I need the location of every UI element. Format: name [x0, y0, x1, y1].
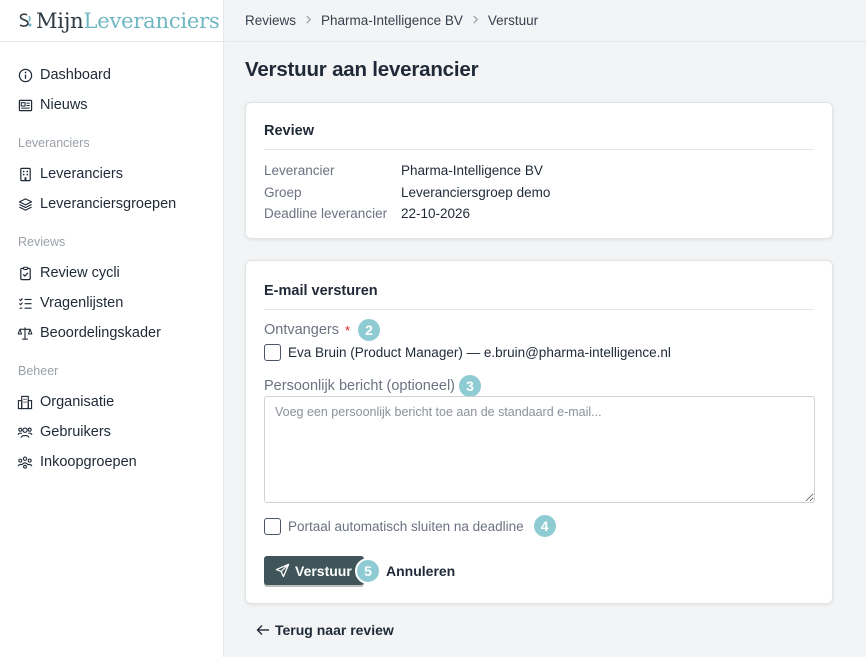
- paper-plane-icon: [275, 563, 290, 578]
- recipients-label: Ontvangers * 2: [264, 317, 383, 343]
- review-card: Review Leverancier Pharma-Intelligence B…: [245, 102, 833, 239]
- sidebar-item-leveranciersgroepen[interactable]: Leveranciersgroepen: [0, 189, 223, 219]
- clipboard-check-icon: [17, 265, 33, 281]
- logo[interactable]: MijnLeveranciers: [0, 0, 223, 42]
- detail-row: Leverancier Pharma-Intelligence BV: [264, 160, 814, 182]
- sidebar-nav: Dashboard Nieuws Leveranciers Leverancie…: [0, 42, 223, 477]
- sidebar-item-inkoopgroepen[interactable]: Inkoopgroepen: [0, 447, 223, 477]
- breadcrumb-item-supplier[interactable]: Pharma-Intelligence BV: [321, 13, 463, 28]
- detail-value: Leveranciersgroep demo: [401, 184, 551, 200]
- back-to-review-link[interactable]: Terug naar review: [256, 622, 394, 638]
- breadcrumb-item-current: Verstuur: [487, 13, 539, 28]
- message-label-text: Persoonlijk bericht (optioneel): [264, 378, 456, 394]
- users-icon: [17, 424, 33, 440]
- chevron-right-icon: [305, 14, 312, 27]
- sidebar-item-leveranciers[interactable]: Leveranciers: [0, 159, 223, 189]
- layers-icon: [17, 196, 33, 212]
- sidebar-item-label: Nieuws: [40, 97, 88, 113]
- sidebar-section-title: Beheer: [18, 364, 59, 378]
- sidebar-item-label: Beoordelingskader: [40, 325, 161, 341]
- sidebar-item-review-cycli[interactable]: Review cycli: [0, 258, 223, 288]
- sidebar-item-dashboard[interactable]: Dashboard: [0, 60, 223, 90]
- logo-text: MijnLeveranciers: [36, 9, 220, 33]
- email-card: E-mail versturen Ontvangers * 2 Eva Brui…: [245, 260, 833, 604]
- back-link-label: Terug naar review: [275, 622, 394, 638]
- auto-close-checkbox[interactable]: [264, 517, 281, 535]
- breadcrumb-item-reviews[interactable]: Reviews: [245, 13, 296, 28]
- send-button[interactable]: Verstuur: [264, 556, 364, 585]
- logo-text-part1: Mijn: [36, 8, 84, 33]
- sidebar-item-label: Inkoopgroepen: [40, 454, 137, 470]
- recipient-label: Eva Bruin (Product Manager) — e.bruin@ph…: [288, 345, 671, 360]
- sidebar-item-label: Vragenlijsten: [40, 295, 124, 311]
- sidebar-item-organisatie[interactable]: Organisatie: [0, 387, 223, 417]
- detail-row: Groep Leveranciersgroep demo: [264, 182, 814, 204]
- send-button-label: Verstuur: [295, 562, 352, 579]
- sidebar-item-label: Gebruikers: [40, 424, 111, 440]
- sidebar-item-beoordelingskader[interactable]: Beoordelingskader: [0, 318, 223, 348]
- detail-key: Groep: [264, 184, 302, 200]
- sidebar-section-title: Reviews: [18, 235, 66, 249]
- auto-close-option[interactable]: Portaal automatisch sluiten na deadline …: [264, 513, 558, 539]
- sidebar-item-label: Leveranciers: [40, 166, 124, 182]
- recipient-option[interactable]: Eva Bruin (Product Manager) — e.bruin@ph…: [264, 344, 671, 361]
- required-marker: *: [344, 322, 351, 338]
- sidebar: MijnLeveranciers Dashboard Nieuws Levera…: [0, 0, 224, 657]
- detail-value: Pharma-Intelligence BV: [401, 163, 543, 179]
- detail-value: 22-10-2026: [401, 206, 471, 222]
- personal-message-textarea[interactable]: [264, 396, 815, 503]
- recipients-label-text: Ontvangers: [264, 322, 339, 338]
- step-badge-5: 5: [355, 558, 381, 584]
- review-details: Leverancier Pharma-Intelligence BV Groep…: [246, 150, 832, 225]
- auto-close-label: Portaal automatisch sluiten na deadline: [288, 518, 524, 534]
- detail-key: Deadline leverancier: [264, 206, 388, 222]
- email-card-title: E-mail versturen: [264, 261, 814, 310]
- chevron-right-icon: [472, 14, 479, 27]
- page-title: Verstuur aan leverancier: [245, 58, 479, 81]
- breadcrumb: Reviews Pharma-Intelligence BV Verstuur: [225, 0, 866, 42]
- logo-text-part2: Leveranciers: [83, 8, 220, 33]
- sidebar-item-label: Organisatie: [40, 394, 115, 410]
- sidebar-item-label: Leveranciersgroepen: [40, 196, 177, 212]
- detail-row: Deadline leverancier 22-10-2026: [264, 203, 814, 225]
- sidebar-item-gebruikers[interactable]: Gebruikers: [0, 417, 223, 447]
- info-circle-icon: [17, 67, 33, 83]
- step-badge-2: 2: [356, 317, 383, 343]
- scale-icon: [17, 325, 33, 341]
- review-card-title: Review: [264, 103, 814, 150]
- checklist-icon: [17, 295, 33, 311]
- logo-icon: [17, 12, 33, 30]
- arrow-left-icon: [256, 624, 270, 636]
- office-building-icon: [17, 394, 33, 410]
- sidebar-item-label: Dashboard: [40, 67, 111, 83]
- sidebar-item-label: Review cycli: [40, 265, 120, 281]
- newspaper-icon: [17, 97, 33, 113]
- recipient-checkbox[interactable]: [264, 344, 281, 361]
- building-icon: [17, 166, 33, 182]
- sidebar-item-nieuws[interactable]: Nieuws: [0, 90, 223, 120]
- cancel-button[interactable]: Annuleren: [386, 563, 455, 579]
- group-icon: [17, 454, 33, 470]
- step-badge-4: 4: [531, 513, 558, 539]
- sidebar-item-vragenlijsten[interactable]: Vragenlijsten: [0, 288, 223, 318]
- sidebar-section-title: Leveranciers: [18, 136, 90, 150]
- detail-key: Leverancier: [264, 163, 335, 179]
